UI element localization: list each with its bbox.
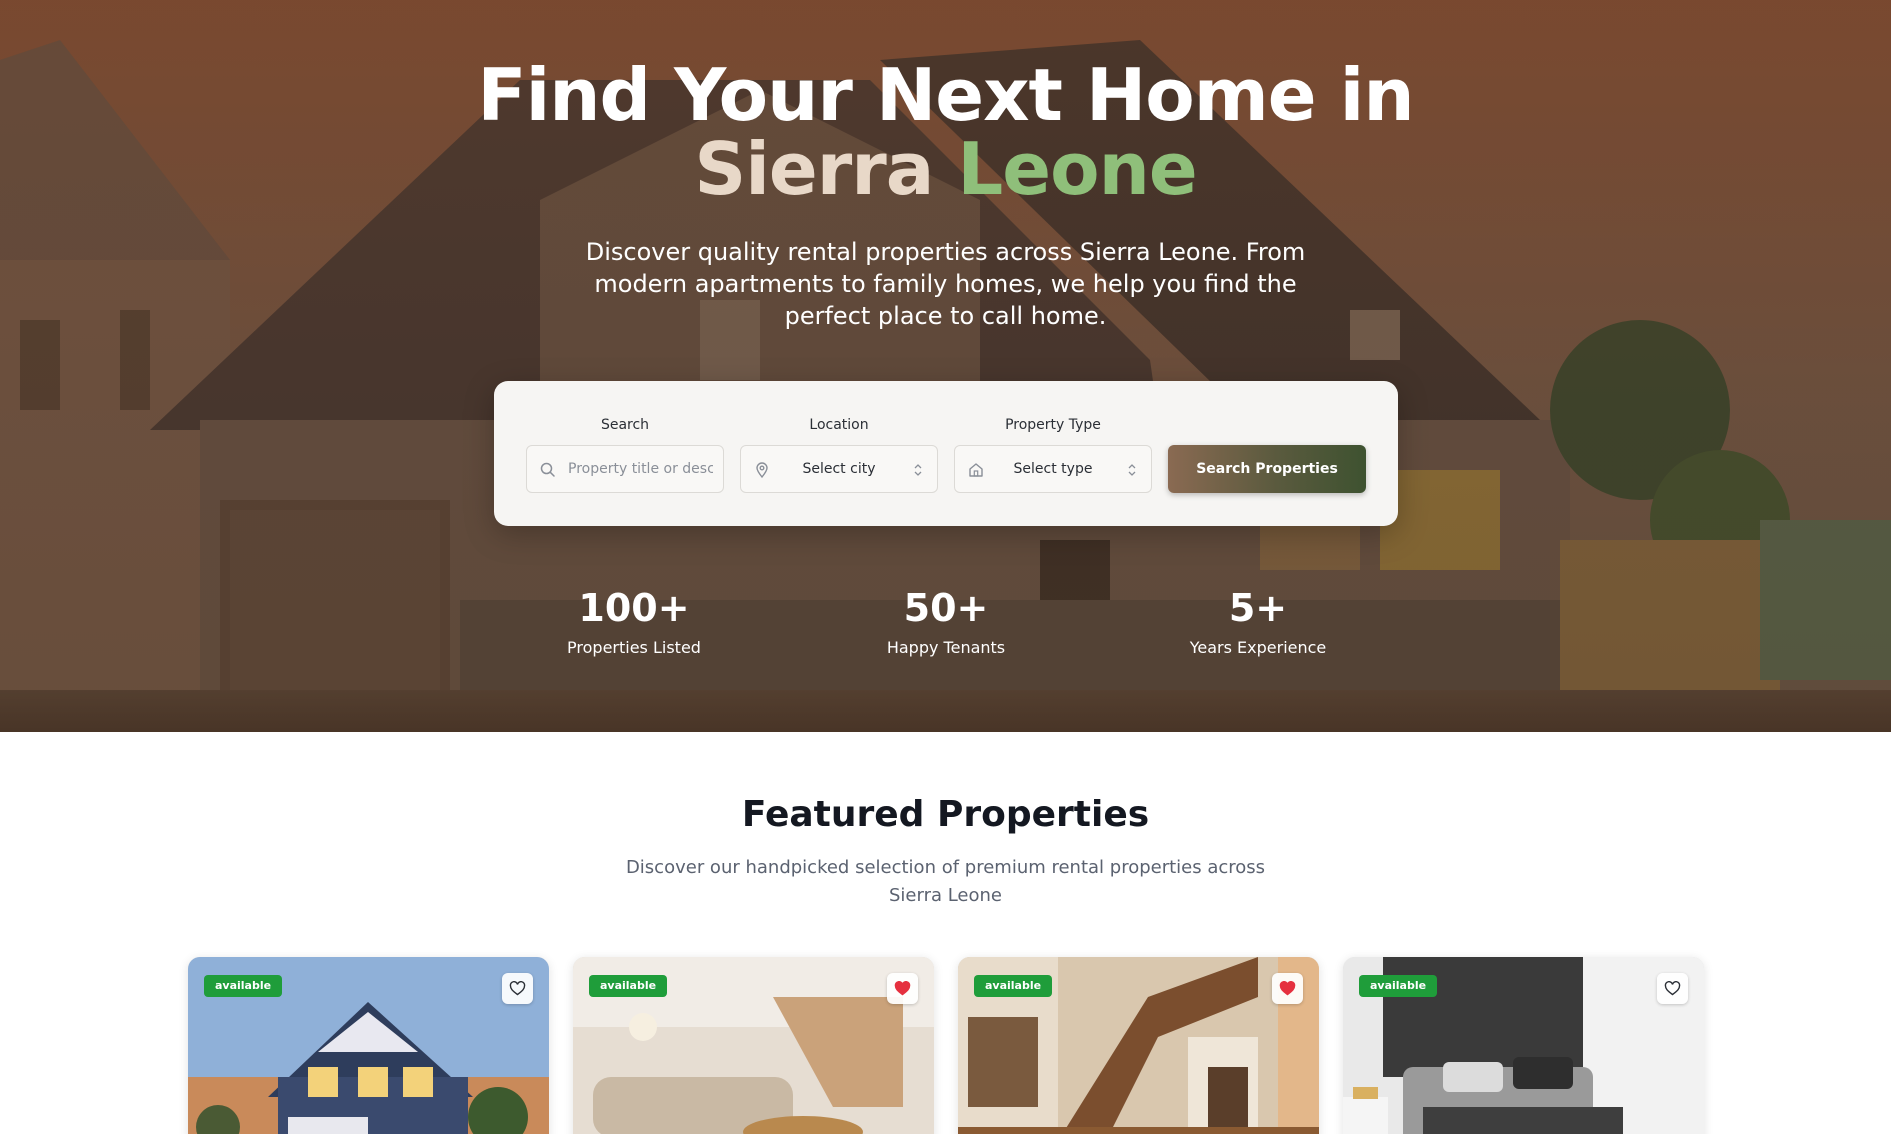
hero-title-line1: Find Your Next Home in [477,53,1414,137]
status-badge: available [589,975,668,997]
location-label: Location [809,417,869,433]
heart-filled-icon [1279,981,1296,996]
chevron-updown-icon [1128,464,1136,476]
heart-outline-icon [509,981,526,996]
stat-label: Properties Listed [567,638,701,657]
search-icon [540,462,555,477]
heart-outline-icon [1664,981,1681,996]
search-input[interactable]: Property title or description [526,445,724,493]
location-select-value: Select city [802,461,876,477]
hero-title-word-sierra: Sierra [694,127,934,211]
search-input-placeholder: Property title or description [568,461,713,477]
featured-title: Featured Properties [741,794,1150,835]
property-card[interactable]: available [958,957,1319,1134]
favorite-button[interactable] [1657,973,1688,1004]
search-label: Search [600,417,650,433]
favorite-button[interactable] [1272,973,1303,1004]
favorite-button[interactable] [887,973,918,1004]
property-card[interactable]: available [1343,957,1704,1134]
stat-value: 50+ [903,586,989,630]
favorite-button[interactable] [502,973,533,1004]
hero-subtitle: Discover quality rental properties acros… [585,238,1306,330]
stat-value: 100+ [578,586,690,630]
stat-value: 5+ [1228,586,1288,630]
hero-title-word-leone: Leone [957,127,1197,211]
stat-label: Years Experience [1189,638,1327,657]
status-badge: available [204,975,283,997]
property-type-select[interactable]: Select type [954,445,1152,493]
property-type-label: Property Type [1005,417,1101,433]
hero-title-line2: Sierra Leone [0,132,1891,206]
stat-properties-listed: 100+ Properties Listed [514,586,754,657]
stat-happy-tenants: 50+ Happy Tenants [826,586,1066,657]
status-badge: available [1359,975,1438,997]
chevron-updown-icon [914,464,922,476]
stat-years-experience: 5+ Years Experience [1138,586,1378,657]
hero-section: Find Your Next Home in Sierra Leone Disc… [0,0,1891,732]
heart-filled-icon [894,981,911,996]
search-properties-button[interactable]: Search Properties [1168,445,1366,493]
location-select[interactable]: Select city [740,445,938,493]
property-type-select-value: Select type [1013,461,1093,477]
featured-subtitle: Discover our handpicked selection of pre… [625,857,1266,906]
status-badge: available [974,975,1053,997]
property-card[interactable]: available [188,957,549,1134]
hero-title: Find Your Next Home in Sierra Leone [0,58,1891,206]
stat-label: Happy Tenants [886,638,1006,657]
search-card: Search Property title or description Loc… [494,381,1398,526]
property-card[interactable]: available [573,957,934,1134]
